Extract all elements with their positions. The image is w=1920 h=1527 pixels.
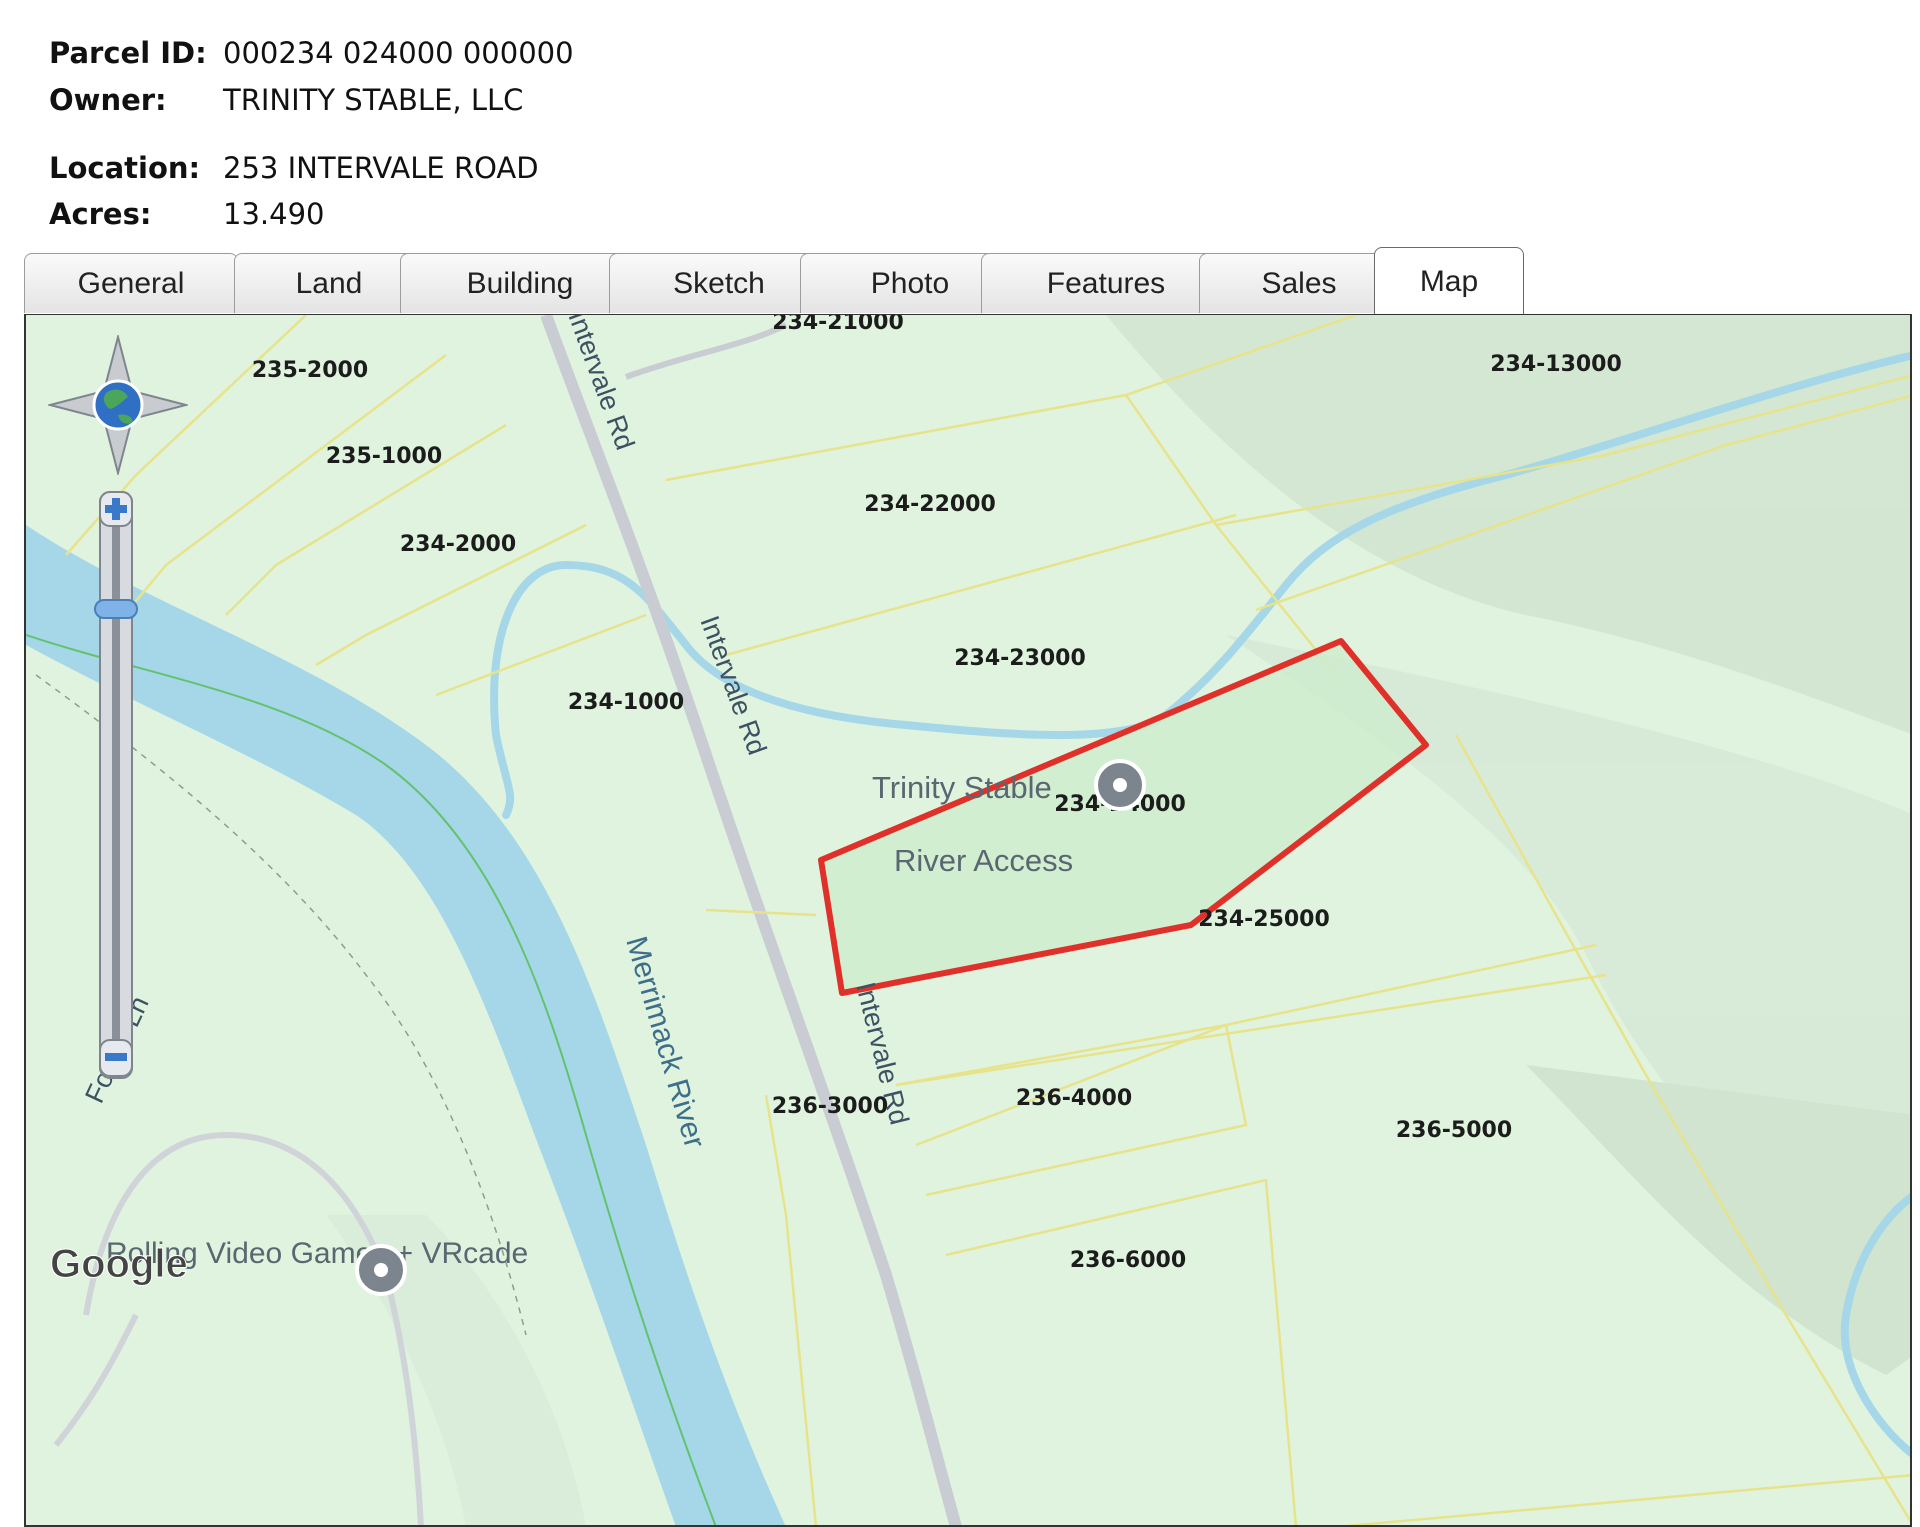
owner-value: TRINITY STABLE, LLC [223,83,524,117]
map-pin-icon[interactable] [1094,759,1146,811]
parcel-label: 234-22000 [864,492,996,517]
parcel-label: 234-2000 [400,532,516,557]
side-road-west [53,1313,139,1447]
parcel-label: 234-1000 [568,690,684,715]
forest-lane [83,1131,424,1525]
parcel-label: 236-5000 [1396,1118,1512,1143]
parcel-label: 235-1000 [326,444,442,469]
tab-sketch[interactable]: Sketch [609,253,829,313]
tab-features[interactable]: Features [981,253,1231,313]
parcel-id-value: 000234 024000 000000 [223,36,574,70]
map-canvas[interactable]: Intervale Rd Intervale Rd Intervale Rd F… [26,315,1912,1527]
tab-land[interactable]: Land [234,253,424,313]
google-attribution: Google [50,1242,188,1286]
poi-label-river-access: River Access [894,843,1073,878]
acres-value: 13.490 [223,197,325,231]
parcel-id-label: Parcel ID: [49,36,207,70]
tab-map[interactable]: Map [1374,247,1524,316]
location-value: 253 INTERVALE ROAD [223,151,539,185]
parcel-label: 234-23000 [954,646,1086,671]
map-pin-icon[interactable] [355,1244,407,1296]
poi-label-trinity-stable: Trinity Stable [872,770,1052,805]
tab-bar: General Land Building Sketch Photo Featu… [24,247,1544,316]
pan-control[interactable] [48,335,188,475]
minor-road-north [624,322,788,380]
acres-label: Acres: [49,197,152,231]
owner-label: Owner: [49,83,167,117]
parcel-label: 234-21000 [772,315,904,335]
location-label: Location: [49,151,201,185]
tab-general[interactable]: General [24,253,238,313]
tab-building[interactable]: Building [400,253,640,313]
parcel-label: 235-2000 [252,358,368,383]
parcel-label: 236-3000 [772,1094,888,1119]
parcel-label: 234-25000 [1198,907,1330,932]
parcel-label: 234-13000 [1490,352,1622,377]
parcel-label: 236-4000 [1016,1086,1132,1111]
globe-icon[interactable] [92,379,144,431]
zoom-handle[interactable] [94,599,138,619]
parcel-label: 236-6000 [1070,1248,1186,1273]
zoom-slider[interactable] [92,490,140,1082]
zoom-out-icon[interactable] [99,1039,133,1077]
map-view[interactable]: Intervale Rd Intervale Rd Intervale Rd F… [24,315,1912,1527]
zoom-in-icon[interactable] [99,491,133,527]
tab-sales[interactable]: Sales [1199,253,1399,313]
